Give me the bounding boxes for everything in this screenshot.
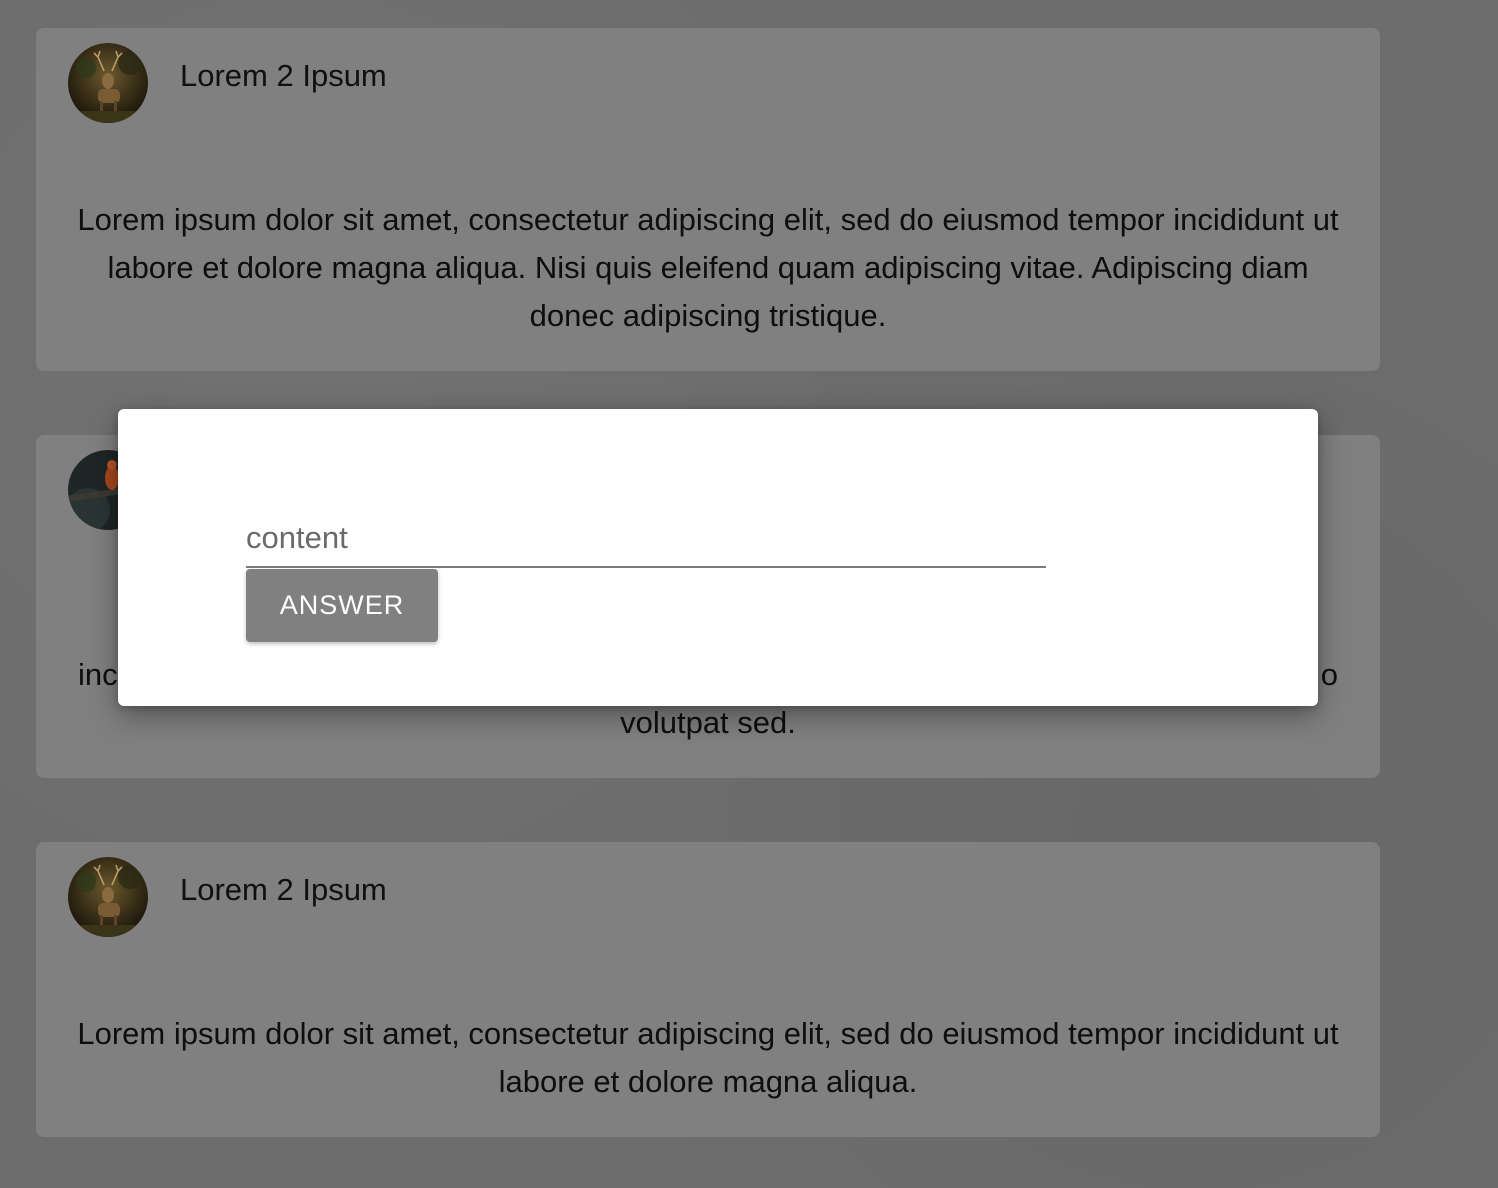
page: Lorem 2 Ipsum Lorem ipsum dolor sit amet… [0, 0, 1498, 1188]
post-body: Lorem ipsum dolor sit amet, consectetur … [77, 1016, 1339, 1099]
deer-icon [68, 857, 148, 937]
post-body-fragment-right: o [1320, 657, 1338, 692]
author-name: Lorem 2 Ipsum [180, 872, 387, 907]
post-body-last-line: volutpat sed. [620, 705, 796, 740]
post-body: Lorem ipsum dolor sit amet, consectetur … [77, 202, 1339, 333]
post-body-fragment-left: inc [78, 657, 118, 692]
author-name: Lorem 2 Ipsum [180, 58, 387, 93]
content-input[interactable] [246, 509, 1046, 568]
answer-button[interactable]: ANSWER [246, 569, 438, 642]
avatar-deer-icon[interactable] [68, 43, 148, 123]
post-card: Lorem 2 Ipsum Lorem ipsum dolor sit amet… [36, 28, 1380, 371]
post-card: Lorem 2 Ipsum Lorem ipsum dolor sit amet… [36, 842, 1380, 1137]
deer-icon [68, 43, 148, 123]
answer-dialog: ANSWER [118, 409, 1318, 706]
avatar-deer-icon[interactable] [68, 857, 148, 937]
